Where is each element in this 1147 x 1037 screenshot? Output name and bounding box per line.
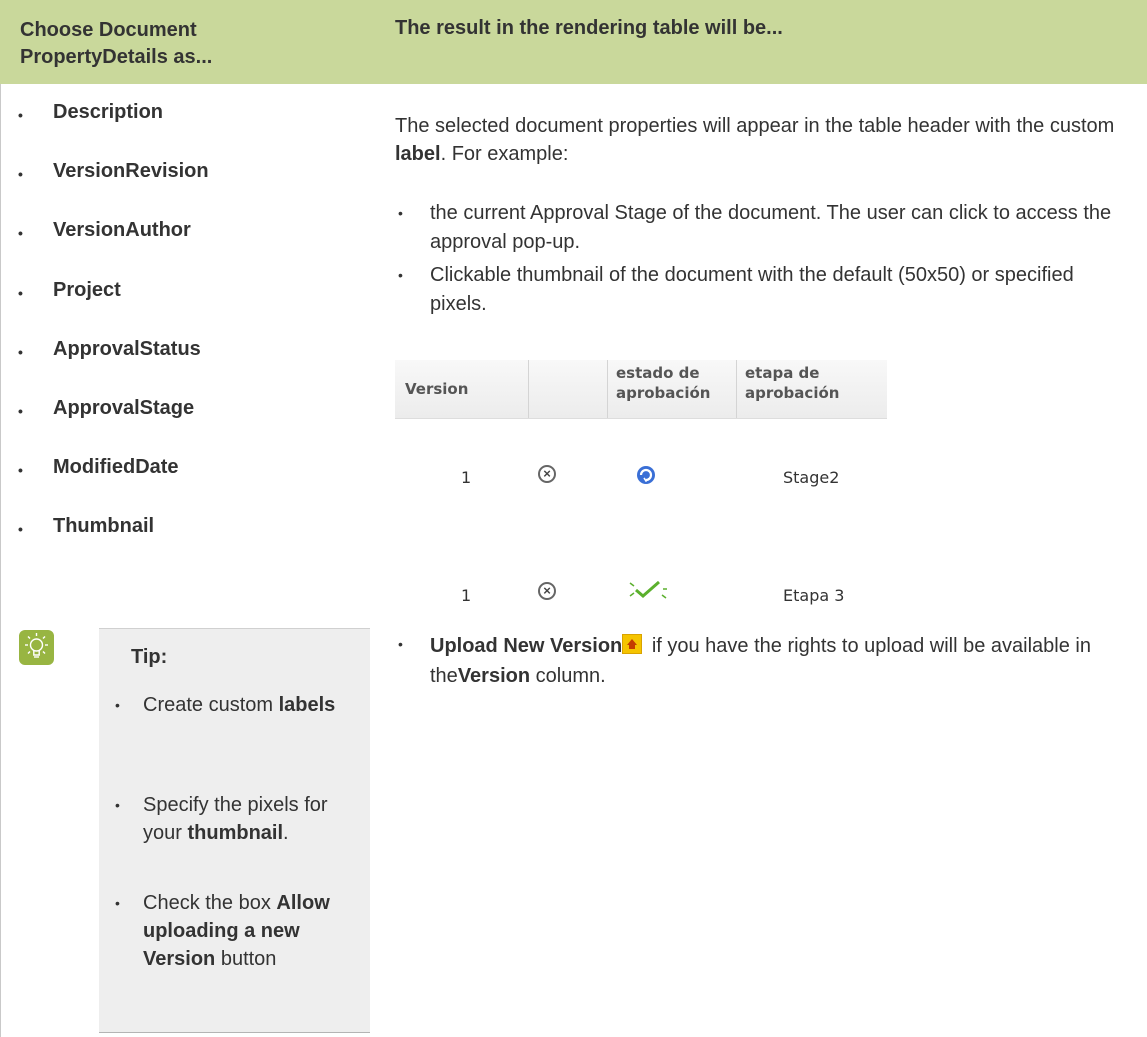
table-cell-version: 1: [461, 468, 472, 487]
list-item: • VersionRevision: [18, 160, 209, 183]
header-choose-properties: Choose Document PropertyDetails as...: [20, 19, 213, 68]
property-list: • Description • VersionRevision • VersionAu…: [0, 101, 370, 575]
tip-list: • Create custom labels • Specify the pixel…: [99, 691, 370, 1009]
result-intro: The selected document properties will ap…: [395, 115, 1115, 165]
tip-box: Tip: • Create custom labels • Specify the …: [99, 628, 370, 1033]
table-cell-stage[interactable]: Stage2: [783, 468, 839, 487]
list-item: • Create custom labels: [115, 694, 336, 716]
example-table-header: Version estado de aprobación etapa de ap…: [395, 360, 887, 419]
delete-icon[interactable]: ×: [538, 465, 556, 483]
list-item: • Description: [18, 101, 164, 123]
lightbulb-icon: [19, 630, 54, 665]
upload-description: • Upload New Version if you have the rig…: [398, 634, 1091, 687]
list-item: • Check the box Allow uploading a new Ver…: [115, 892, 330, 970]
list-item: • Project: [18, 278, 121, 301]
result-bullets: • the current Approval Stage of the docum…: [395, 199, 1135, 323]
col-blank: [529, 360, 608, 418]
list-item: • the current Approval Stage of the docum…: [398, 202, 1112, 253]
list-item: • Clickable thumbnail of the document wit…: [398, 264, 1074, 315]
example-table-screenshot: Version estado de aprobación etapa de ap…: [395, 360, 887, 615]
col-approval-stage: etapa de aprobación: [745, 364, 840, 402]
list-item: • ApprovalStage: [18, 396, 195, 419]
in-progress-icon[interactable]: [635, 464, 657, 486]
list-item: • Specify the pixels for your thumbnail.: [115, 794, 328, 844]
list-item: • ApprovalStatus: [18, 337, 201, 360]
tip-title: Tip:: [131, 646, 168, 668]
list-item: • Thumbnail: [18, 515, 155, 538]
list-item: • ModifiedDate: [18, 456, 179, 479]
approved-icon[interactable]: [628, 576, 668, 602]
table-cell-version: 1: [461, 586, 472, 605]
col-version: Version: [395, 360, 529, 418]
table-header-row: Choose Document PropertyDetails as... Th…: [0, 0, 1147, 84]
table-cell-stage[interactable]: Etapa 3: [783, 586, 844, 605]
delete-icon[interactable]: ×: [538, 582, 556, 600]
col-approval-status: estado de aprobación: [608, 360, 737, 418]
list-item: • VersionAuthor: [18, 219, 191, 242]
upload-icon[interactable]: [622, 634, 643, 654]
header-result: The result in the rendering table will b…: [395, 17, 783, 39]
